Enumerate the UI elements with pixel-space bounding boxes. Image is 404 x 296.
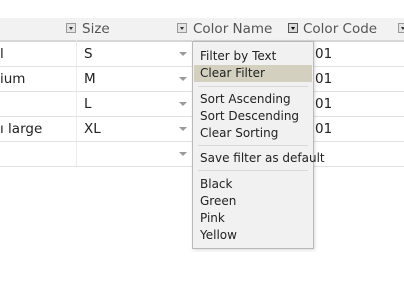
save-filter-default-item[interactable]: Save filter as default: [194, 150, 325, 167]
filter-value-item[interactable]: Green: [194, 193, 312, 210]
size-filter-button[interactable]: [66, 23, 76, 33]
size-cell: L: [84, 96, 92, 112]
name-cell: l: [0, 46, 4, 62]
name-cell: ı large: [0, 121, 43, 137]
menu-separator: [198, 145, 308, 146]
filter-value-item[interactable]: Black: [194, 176, 312, 193]
color-code-cell: 01: [315, 96, 333, 112]
size-cell: XL: [84, 121, 101, 137]
color-code-cell: 01: [315, 121, 333, 137]
name-cell: ium: [0, 71, 26, 87]
color-name-dropdown-icon[interactable]: [179, 52, 187, 56]
size-column-header[interactable]: Size: [82, 18, 110, 40]
sort-ascending-item[interactable]: Sort Ascending: [194, 91, 312, 108]
color-name-dropdown-icon[interactable]: [179, 127, 187, 131]
filter-value-item[interactable]: Pink: [194, 210, 312, 227]
menu-separator: [198, 86, 308, 87]
next-column-filter-button[interactable]: [398, 23, 404, 33]
filter-by-text-item[interactable]: Filter by Text: [194, 48, 312, 65]
color-code-filter-button[interactable]: [288, 23, 298, 33]
clear-filter-item[interactable]: Clear Filter: [194, 65, 312, 82]
grid-header: Size Color Name Color Code: [0, 18, 404, 42]
size-cell: M: [84, 71, 96, 87]
filter-menu: Filter by Text Clear Filter Sort Ascendi…: [192, 41, 325, 249]
color-name-dropdown-icon[interactable]: [179, 152, 187, 156]
clear-sorting-item[interactable]: Clear Sorting: [194, 125, 312, 142]
color-name-filter-button[interactable]: [177, 23, 187, 33]
sort-descending-item[interactable]: Sort Descending: [194, 108, 312, 125]
size-cell: S: [84, 46, 93, 62]
data-grid: Size Color Name Color Code l S 01 ium M …: [0, 0, 404, 296]
color-code-column-header[interactable]: Color Code: [303, 18, 377, 40]
color-code-cell: 01: [315, 46, 333, 62]
color-name-column-header[interactable]: Color Name: [193, 18, 272, 40]
color-code-cell: 01: [315, 71, 333, 87]
color-name-dropdown-icon[interactable]: [179, 102, 187, 106]
color-name-dropdown-icon[interactable]: [179, 77, 187, 81]
menu-separator: [198, 170, 308, 171]
filter-value-item[interactable]: Yellow: [194, 227, 312, 244]
